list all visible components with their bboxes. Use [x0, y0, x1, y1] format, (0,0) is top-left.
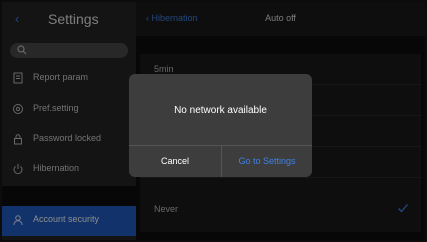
cancel-button[interactable]: Cancel — [129, 146, 221, 177]
screen: ‹ Settings Report param Pref.setting Pas… — [2, 2, 425, 240]
dialog-message: No network available — [174, 105, 267, 116]
go-to-settings-button[interactable]: Go to Settings — [222, 146, 312, 177]
no-network-dialog: No network available Cancel Go to Settin… — [129, 74, 312, 177]
